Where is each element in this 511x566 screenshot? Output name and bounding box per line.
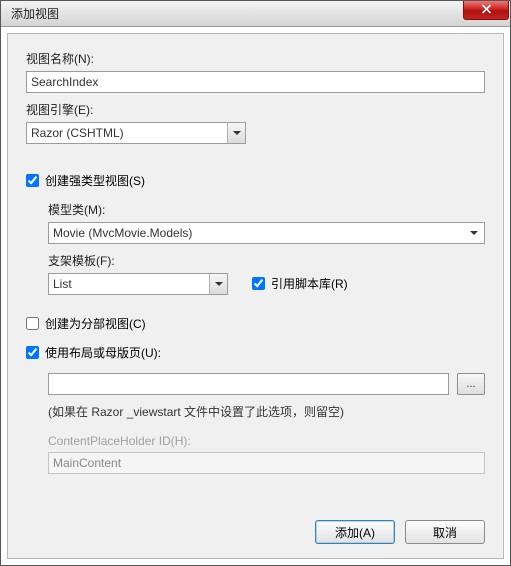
view-engine-label: 视图引擎(E): — [26, 101, 485, 118]
use-layout-label: 使用布局或母版页(U): — [45, 344, 161, 361]
strongly-typed-checkbox[interactable] — [26, 174, 39, 187]
model-class-label: 模型类(M): — [48, 201, 485, 218]
scaffold-template-select[interactable] — [48, 273, 228, 295]
reference-scripts-label: 引用脚本库(R) — [271, 275, 348, 292]
view-engine-select[interactable] — [26, 122, 246, 144]
dialog-window: 添加视图 视图名称(N): 视图引擎(E): 创建强类型视图(S) — [0, 0, 511, 566]
browse-button[interactable]: ... — [457, 373, 485, 395]
strongly-typed-label: 创建强类型视图(S) — [45, 172, 145, 189]
reference-scripts-checkbox[interactable] — [252, 277, 265, 290]
add-button[interactable]: 添加(A) — [315, 520, 395, 544]
view-name-label: 视图名称(N): — [26, 50, 485, 67]
cph-input — [48, 452, 485, 474]
close-icon — [481, 3, 492, 17]
view-name-input[interactable] — [26, 71, 485, 93]
scaffold-dropdown-button[interactable] — [209, 274, 227, 294]
scaffold-template-label: 支架模板(F): — [48, 252, 228, 269]
dialog-body: 视图名称(N): 视图引擎(E): 创建强类型视图(S) 模型类(M): — [7, 33, 504, 559]
layout-hint: (如果在 Razor _viewstart 文件中设置了此选项，则留空) — [48, 403, 485, 420]
partial-view-checkbox[interactable] — [26, 317, 39, 330]
cph-label: ContentPlaceHolder ID(H): — [48, 434, 485, 448]
button-row: 添加(A) 取消 — [26, 510, 485, 544]
cancel-button[interactable]: 取消 — [405, 520, 485, 544]
window-title: 添加视图 — [11, 5, 59, 22]
layout-path-input[interactable] — [48, 373, 449, 395]
chevron-down-icon — [215, 282, 223, 286]
use-layout-checkbox[interactable] — [26, 346, 39, 359]
model-class-select[interactable] — [48, 222, 485, 244]
partial-view-label: 创建为分部视图(C) — [45, 315, 146, 332]
chevron-down-icon — [233, 131, 241, 135]
close-button[interactable] — [463, 1, 509, 20]
titlebar: 添加视图 — [1, 1, 510, 27]
view-engine-dropdown-button[interactable] — [227, 123, 245, 143]
